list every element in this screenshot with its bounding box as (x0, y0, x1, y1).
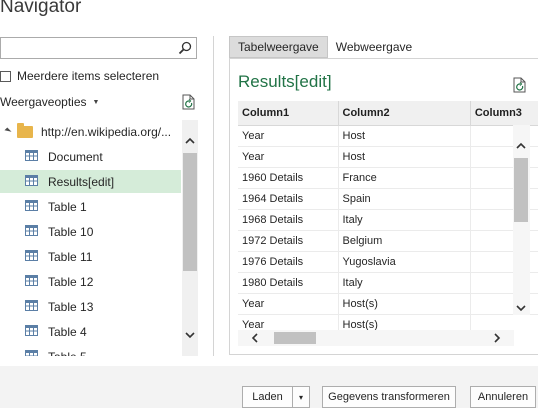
table-row: Year Host (238, 146, 538, 168)
table-row: 1960 Details France (238, 167, 538, 189)
tree-item[interactable]: Table 11 (0, 245, 181, 268)
preview-horizontal-scrollbar-thumb[interactable] (274, 332, 316, 344)
refresh-icon[interactable] (182, 94, 196, 110)
table-cell: 1972 Details (238, 230, 339, 252)
preview-vertical-scrollbar[interactable] (513, 125, 530, 315)
table-cell: 1964 Details (238, 188, 339, 210)
preview-vertical-scrollbar-thumb[interactable] (514, 158, 528, 222)
chevron-down-icon: ▼ (92, 98, 100, 106)
table-cell: Host(s) (338, 293, 471, 315)
table-cell: 1960 Details (238, 167, 339, 189)
table-row: Year Host(s) (238, 293, 538, 315)
table-icon (25, 224, 38, 239)
folder-icon (17, 122, 33, 138)
tree-item-label: Table 5 (48, 350, 87, 357)
table-icon (25, 349, 38, 356)
tree-scrollbar-thumb[interactable] (183, 153, 197, 271)
tree-root-node[interactable]: http://en.wikipedia.org/... (0, 120, 181, 143)
dialog-footer: Laden ▾ Gegevens transformeren Annuleren (0, 366, 538, 408)
tree-item[interactable]: Results[edit] (0, 170, 181, 193)
table-cell: Belgium (338, 230, 471, 252)
table-cell: Year (238, 293, 339, 315)
scroll-down-icon[interactable] (516, 303, 526, 313)
tree-item-label: Table 4 (48, 324, 87, 339)
table-cell: Year (238, 146, 339, 168)
tree-root-label: http://en.wikipedia.org/... (41, 124, 172, 139)
multi-select-checkbox[interactable] (0, 70, 11, 82)
table-cell: Spain (338, 188, 471, 210)
search-icon[interactable] (178, 41, 192, 55)
table-cell: 1980 Details (238, 272, 339, 294)
tree-scrollbar[interactable] (182, 120, 198, 356)
table-icon (25, 249, 38, 264)
search-input[interactable] (0, 37, 197, 59)
collapse-arrow-icon[interactable] (4, 127, 12, 135)
table-icon (25, 199, 38, 214)
display-options-dropdown[interactable]: Weergaveopties ▼ (0, 95, 99, 109)
table-row: Year Host (238, 125, 538, 147)
tree-item-label: Table 11 (48, 249, 93, 264)
column-header[interactable]: Column1 (238, 101, 339, 126)
table-cell: Italy (338, 272, 471, 294)
table-row: 1976 Details Yugoslavia (238, 251, 538, 273)
table-icon (25, 149, 38, 164)
table-row: 1964 Details Spain (238, 188, 538, 210)
scroll-up-icon[interactable] (516, 141, 526, 151)
scroll-down-icon[interactable] (185, 330, 195, 340)
table-cell: Yugoslavia (338, 251, 471, 273)
tab-web-view[interactable]: Webweergave (328, 36, 421, 58)
column-header[interactable]: Column2 (338, 101, 471, 126)
cancel-button[interactable]: Annuleren (470, 386, 536, 408)
display-options-label: Weergaveopties (0, 95, 87, 109)
scroll-left-icon[interactable] (250, 333, 260, 343)
table-cell: Year (238, 125, 339, 147)
table-cell: Italy (338, 209, 471, 231)
preview-horizontal-scrollbar[interactable] (238, 330, 514, 346)
preview-pane: Results[edit] Column1 Column2 Column3 Ye… (229, 58, 538, 355)
transform-data-button[interactable]: Gegevens transformeren (322, 386, 456, 408)
tree-item-label: Table 13 (48, 299, 94, 314)
table-icon (25, 324, 38, 339)
preview-table: Column1 Column2 Column3 Year Host Year Host… (238, 101, 538, 334)
tree-item[interactable]: Table 12 (0, 270, 181, 293)
column-header[interactable]: Column3 (470, 101, 538, 126)
table-cell: Host (338, 146, 471, 168)
window-title: Navigator (0, 0, 82, 17)
refresh-preview-icon[interactable] (513, 77, 527, 93)
tree-item-label: Results[edit] (48, 174, 115, 189)
pane-divider[interactable] (213, 36, 214, 356)
tree-item-label: Document (48, 149, 103, 164)
tree-item-label: Table 10 (48, 224, 94, 239)
table-cell: 1968 Details (238, 209, 339, 231)
multi-select-label: Meerdere items selecteren (17, 69, 160, 83)
table-row: 1972 Details Belgium (238, 230, 538, 252)
load-button[interactable]: Laden (242, 386, 293, 408)
tree-item[interactable]: Table 4 (0, 320, 181, 343)
scroll-right-icon[interactable] (492, 333, 502, 343)
table-cell: 1976 Details (238, 251, 339, 273)
preview-title: Results[edit] (238, 72, 332, 91)
table-icon (25, 174, 38, 189)
tree-item[interactable]: Table 5 (0, 345, 181, 356)
multi-select-option[interactable]: Meerdere items selecteren (0, 69, 159, 83)
tree-item[interactable]: Document (0, 145, 181, 168)
tree-item[interactable]: Table 1 (0, 195, 181, 218)
table-icon (25, 299, 38, 314)
table-cell: France (338, 167, 471, 189)
tree-item-label: Table 1 (48, 199, 87, 214)
scroll-up-icon[interactable] (185, 136, 195, 146)
tree-item-label: Table 12 (48, 274, 94, 289)
navigator-tree: http://en.wikipedia.org/... Document Resu… (0, 120, 198, 356)
table-cell: Host (338, 125, 471, 147)
tab-table-view[interactable]: Tabelweergave (229, 36, 328, 58)
table-icon (25, 274, 38, 289)
table-row: 1968 Details Italy (238, 209, 538, 231)
tree-item[interactable]: Table 10 (0, 220, 181, 243)
table-row: 1980 Details Italy (238, 272, 538, 294)
load-dropdown-button[interactable]: ▾ (292, 386, 310, 408)
tree-item[interactable]: Table 13 (0, 295, 181, 318)
preview-tabs: Tabelweergave Webweergave (229, 36, 420, 58)
